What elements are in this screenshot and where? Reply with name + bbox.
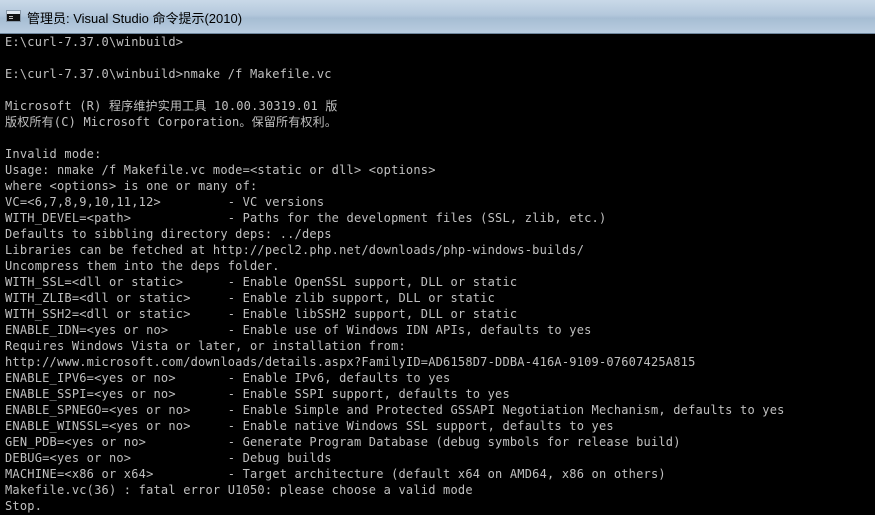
console-line: Makefile.vc(36) : fatal error U1050: ple…	[5, 483, 473, 497]
console-line: http://www.microsoft.com/downloads/detai…	[5, 355, 696, 369]
console-line: ENABLE_IDN=<yes or no> - Enable use of W…	[5, 323, 592, 337]
console-line: WITH_DEVEL=<path> - Paths for the develo…	[5, 211, 607, 225]
console-line: 版权所有(C) Microsoft Corporation。保留所有权利。	[5, 115, 338, 129]
console-line: Stop.	[5, 499, 43, 513]
console-line: Microsoft (R) 程序维护实用工具 10.00.30319.01 版	[5, 99, 338, 113]
console-line: where <options> is one or many of:	[5, 179, 258, 193]
console-window-icon[interactable]	[6, 10, 21, 22]
window-title: 管理员: Visual Studio 命令提示(2010)	[27, 11, 243, 26]
console-output[interactable]: E:\curl-7.37.0\winbuild> E:\curl-7.37.0\…	[0, 34, 875, 515]
console-line: Defaults to sibbling directory deps: ../…	[5, 227, 332, 241]
console-line: Uncompress them into the deps folder.	[5, 259, 280, 273]
console-line: E:\curl-7.37.0\winbuild>	[5, 35, 184, 49]
console-line: Invalid mode:	[5, 147, 102, 161]
console-line: WITH_SSH2=<dll or static> - Enable libSS…	[5, 307, 518, 321]
console-line: ENABLE_SPNEGO=<yes or no> - Enable Simpl…	[5, 403, 785, 417]
console-line: MACHINE=<x86 or x64> - Target architectu…	[5, 467, 666, 481]
console-line: ENABLE_WINSSL=<yes or no> - Enable nativ…	[5, 419, 614, 433]
title-bar[interactable]: 管理员: Visual Studio 命令提示(2010)	[0, 0, 875, 34]
console-line: VC=<6,7,8,9,10,11,12> - VC versions	[5, 195, 325, 209]
console-line: Libraries can be fetched at http://pecl2…	[5, 243, 585, 257]
console-line: Usage: nmake /f Makefile.vc mode=<static…	[5, 163, 436, 177]
console-line: WITH_SSL=<dll or static> - Enable OpenSS…	[5, 275, 518, 289]
console-line: ENABLE_SSPI=<yes or no> - Enable SSPI su…	[5, 387, 510, 401]
console-line: DEBUG=<yes or no> - Debug builds	[5, 451, 332, 465]
console-line: WITH_ZLIB=<dll or static> - Enable zlib …	[5, 291, 496, 305]
console-line: GEN_PDB=<yes or no> - Generate Program D…	[5, 435, 681, 449]
console-line: ENABLE_IPV6=<yes or no> - Enable IPv6, d…	[5, 371, 451, 385]
console-line: E:\curl-7.37.0\winbuild>nmake /f Makefil…	[5, 67, 332, 81]
command-prompt-window: 管理员: Visual Studio 命令提示(2010) E:\curl-7.…	[0, 0, 875, 515]
console-line: Requires Windows Vista or later, or inst…	[5, 339, 406, 353]
